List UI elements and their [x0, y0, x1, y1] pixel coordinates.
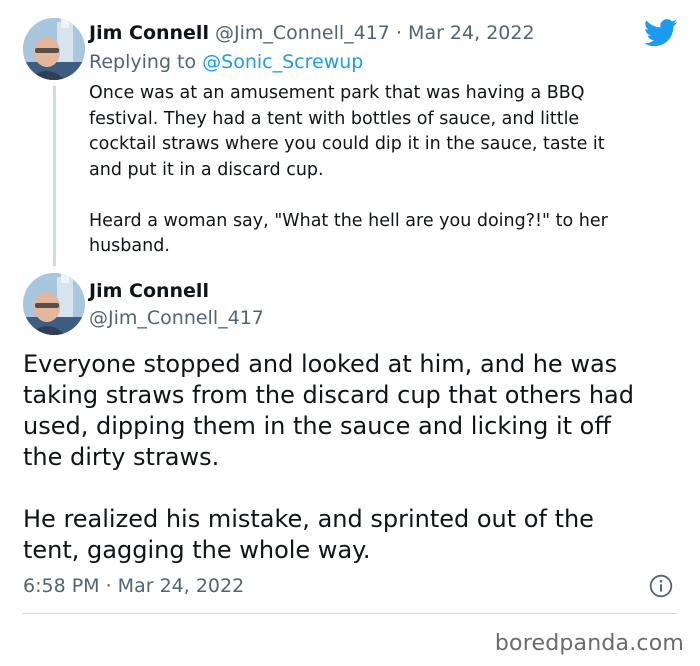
info-icon[interactable]	[649, 574, 673, 598]
reply-author-name[interactable]: Jim Connell	[89, 22, 209, 44]
reply-tweet-text: Once was at an amusement park that was h…	[89, 83, 608, 256]
twitter-bird-icon[interactable]	[644, 19, 678, 47]
reply-tweet-header: Jim Connell @Jim_Connell_417 · Mar 24, 2…	[89, 20, 535, 46]
watermark-text: boredpanda.com	[494, 631, 684, 656]
tweet-timestamp[interactable]: 6:58 PM · Mar 24, 2022	[23, 573, 244, 599]
main-author-name[interactable]: Jim Connell	[89, 278, 209, 304]
avatar-photo	[23, 273, 85, 335]
tweet-divider	[23, 613, 677, 614]
header-separator: ·	[395, 22, 402, 44]
replying-to-line: Replying to @Sonic_Screwup	[89, 49, 363, 75]
replying-to-handle-link[interactable]: @Sonic_Screwup	[202, 51, 363, 73]
main-author-handle[interactable]: @Jim_Connell_417	[89, 305, 264, 331]
replying-to-label: Replying to	[89, 51, 197, 73]
reply-author-avatar[interactable]	[23, 18, 85, 80]
main-author-avatar[interactable]	[23, 273, 85, 335]
main-tweet-text: Everyone stopped and looked at him, and …	[23, 350, 634, 564]
reply-date[interactable]: Mar 24, 2022	[408, 22, 535, 44]
avatar-photo	[23, 18, 85, 80]
reply-author-handle[interactable]: @Jim_Connell_417	[215, 22, 390, 44]
thread-connector-line	[53, 86, 56, 266]
